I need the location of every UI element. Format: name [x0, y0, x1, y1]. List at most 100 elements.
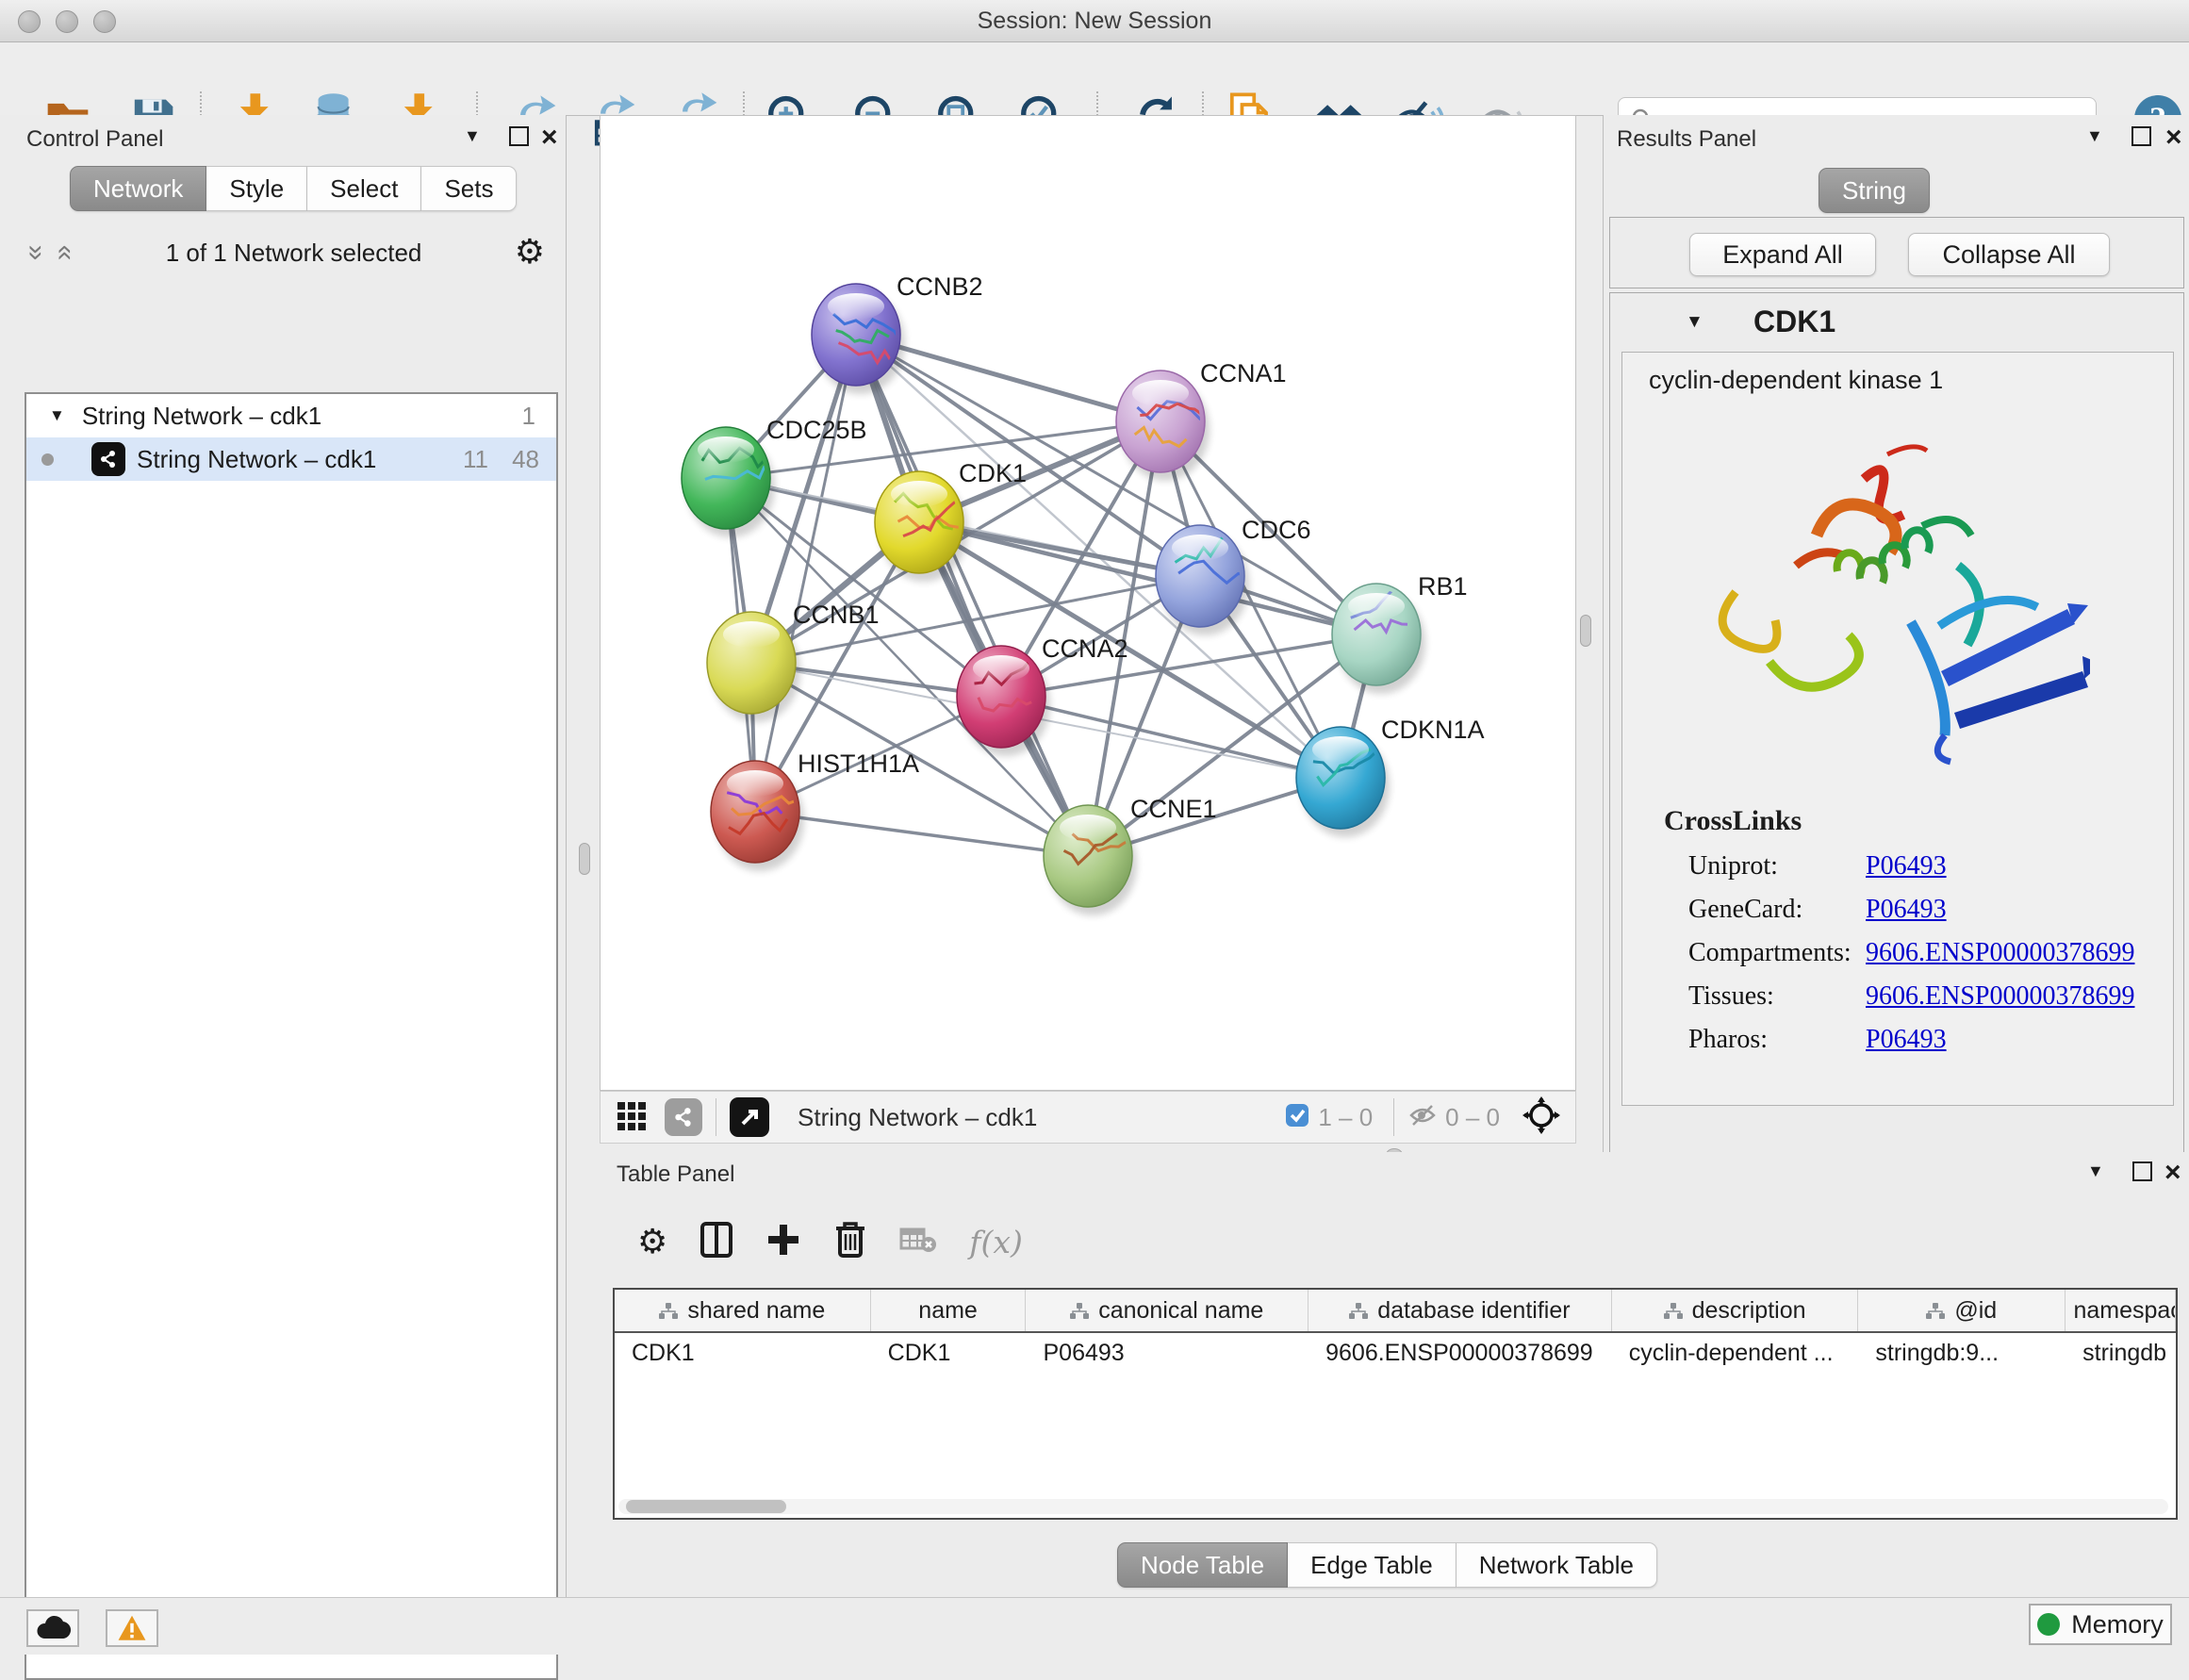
status-bar: Memory: [0, 1597, 2189, 1655]
table-cell[interactable]: P06493: [1026, 1340, 1308, 1367]
results-panel-float-button[interactable]: ▼: [2086, 126, 2103, 146]
network-node-CCNA2[interactable]: [957, 646, 1050, 756]
table-cell[interactable]: stringdb:9...: [1858, 1340, 2066, 1367]
expand-all-button[interactable]: Expand All: [1689, 233, 1876, 276]
network-node-CDC25B[interactable]: [682, 427, 775, 537]
column-header-name[interactable]: name: [871, 1290, 1027, 1331]
cloud-button[interactable]: [26, 1609, 79, 1647]
tab-sets[interactable]: Sets: [421, 166, 517, 211]
crosslink-link[interactable]: 9606.ENSP00000378699: [1866, 938, 2134, 968]
warnings-button[interactable]: [106, 1609, 158, 1647]
crosslink-link[interactable]: 9606.ENSP00000378699: [1866, 981, 2134, 1012]
birdseye-grid-icon[interactable]: [616, 1098, 650, 1137]
network-graph[interactable]: CCNB2CCNA1CDC25BCDK1CDC6RB1CCNB1CCNA2CDK…: [601, 116, 1575, 1090]
collapse-all-button[interactable]: Collapse All: [1908, 233, 2110, 276]
crosslink-row: Compartments:9606.ENSP00000378699: [1688, 931, 2141, 975]
collapse-all-icon[interactable]: »: [20, 245, 52, 261]
add-column-icon[interactable]: [765, 1222, 801, 1262]
delete-table-icon[interactable]: [899, 1226, 937, 1259]
table-cell[interactable]: 9606.ENSP00000378699: [1308, 1340, 1612, 1367]
network-edge[interactable]: [755, 812, 1088, 856]
tab-node-table[interactable]: Node Table: [1117, 1542, 1288, 1588]
column-header-shared-name[interactable]: shared name: [615, 1290, 871, 1331]
network-node-HIST1H1A[interactable]: [711, 761, 804, 871]
network-column-icon: [1926, 1303, 1945, 1319]
table-cell[interactable]: cyclin-dependent ...: [1612, 1340, 1859, 1367]
control-panel-float-button[interactable]: ▼: [464, 126, 481, 146]
column-header-description[interactable]: description: [1612, 1290, 1859, 1331]
tab-network[interactable]: Network: [70, 166, 206, 211]
results-panel-maximize-button[interactable]: [2131, 126, 2151, 146]
cloud-icon: [35, 1615, 71, 1641]
open-in-window-icon[interactable]: [730, 1097, 769, 1137]
control-panel-maximize-button[interactable]: [509, 126, 529, 146]
hidden-eye-icon[interactable]: [1407, 1102, 1438, 1133]
network-node-CDK1[interactable]: [875, 471, 968, 582]
right-splitter-handle[interactable]: [1580, 615, 1591, 647]
results-panel-title: Results Panel: [1617, 126, 1756, 153]
crosslink-link[interactable]: P06493: [1866, 895, 1947, 925]
network-node-CDC6[interactable]: [1156, 523, 1249, 636]
network-view-toolbar: String Network – cdk1 1 – 0 0 – 0: [600, 1091, 1576, 1144]
collection-expand-icon[interactable]: ▼: [49, 406, 65, 425]
crosslink-link[interactable]: P06493: [1866, 1025, 1947, 1055]
network-view-title: String Network – cdk1: [798, 1103, 1037, 1132]
table-cell[interactable]: stringdb: [2066, 1340, 2176, 1367]
left-splitter-handle[interactable]: [579, 843, 590, 875]
table-cell[interactable]: CDK1: [871, 1340, 1027, 1367]
tab-network-table[interactable]: Network Table: [1457, 1542, 1657, 1588]
tab-edge-table[interactable]: Edge Table: [1288, 1542, 1457, 1588]
horizontal-scrollbar[interactable]: [618, 1499, 2168, 1514]
network-canvas[interactable]: CCNB2CCNA1CDC25BCDK1CDC6RB1CCNB1CCNA2CDK…: [600, 115, 1576, 1091]
memory-button[interactable]: Memory: [2029, 1604, 2172, 1645]
column-header-database-identifier[interactable]: database identifier: [1308, 1290, 1612, 1331]
function-builder-icon[interactable]: f(x): [969, 1224, 1023, 1260]
window-title: Session: New Session: [0, 8, 2189, 35]
crosslinks-title: CrossLinks: [1664, 805, 1802, 837]
show-columns-icon[interactable]: [699, 1221, 733, 1263]
network-node-CDKN1A[interactable]: [1296, 727, 1390, 837]
column-header-namespace[interactable]: namespace: [2066, 1290, 2176, 1331]
crosslink-link[interactable]: P06493: [1866, 851, 1947, 881]
network-node-CCNA1[interactable]: [1116, 371, 1210, 481]
table-options-gear-icon[interactable]: ⚙: [637, 1226, 667, 1260]
table-panel-close-button[interactable]: ×: [2164, 1163, 2181, 1182]
network-node-RB1[interactable]: [1332, 583, 1425, 695]
tab-string[interactable]: String: [1819, 168, 1930, 213]
column-header-@id[interactable]: @id: [1858, 1290, 2066, 1331]
tab-select[interactable]: Select: [307, 166, 421, 211]
expand-all-icon[interactable]: «: [49, 245, 81, 261]
tab-style[interactable]: Style: [206, 166, 307, 211]
network-type-icon: [91, 442, 125, 476]
gene-name: CDK1: [1753, 305, 1835, 339]
control-panel-close-button[interactable]: ×: [541, 128, 558, 147]
memory-status-icon: [2037, 1613, 2060, 1636]
network-edge[interactable]: [755, 335, 856, 812]
network-options-gear-icon[interactable]: ⚙: [515, 236, 545, 270]
column-header-canonical-name[interactable]: canonical name: [1026, 1290, 1308, 1331]
network-edge[interactable]: [856, 335, 1088, 856]
crosslink-row: Tissues:9606.ENSP00000378699: [1688, 975, 2141, 1018]
table-cell[interactable]: CDK1: [615, 1340, 871, 1367]
node-label: CDC6: [1242, 516, 1311, 544]
crosslink-label: Compartments:: [1688, 938, 1866, 968]
network-node-CCNE1[interactable]: [1044, 805, 1137, 915]
share-network-icon[interactable]: [665, 1098, 702, 1136]
delete-column-icon[interactable]: [833, 1220, 867, 1264]
crosslinks-list: Uniprot:P06493GeneCard:P06493Compartment…: [1688, 845, 2141, 1062]
selected-checkbox-icon[interactable]: [1284, 1102, 1310, 1133]
results-panel-close-button[interactable]: ×: [2165, 128, 2182, 147]
gene-collapse-icon[interactable]: ▼: [1686, 312, 1703, 333]
network-node-CCNB2[interactable]: [812, 284, 905, 394]
network-edge[interactable]: [1001, 697, 1341, 778]
node-gloss: [1060, 815, 1116, 841]
table-row[interactable]: CDK1CDK1P064939606.ENSP00000378699cyclin…: [615, 1333, 2176, 1373]
scrollbar-thumb[interactable]: [626, 1500, 786, 1513]
network-node-CCNB1[interactable]: [707, 612, 800, 722]
node-label: CDC25B: [766, 416, 867, 444]
table-panel-float-button[interactable]: ▼: [2087, 1161, 2104, 1181]
table-panel-maximize-button[interactable]: [2132, 1161, 2152, 1181]
crosshair-icon[interactable]: [1522, 1096, 1560, 1139]
network-collection-row[interactable]: ▼ String Network – cdk1 1: [26, 394, 556, 437]
network-row[interactable]: String Network – cdk1 11 48: [26, 437, 556, 481]
